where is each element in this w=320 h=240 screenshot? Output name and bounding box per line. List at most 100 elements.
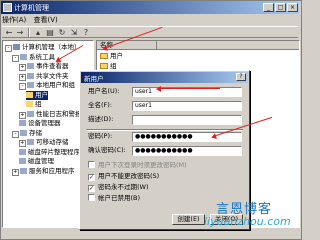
- export-icon[interactable]: ⇲: [69, 28, 79, 37]
- up-icon[interactable]: ▴: [33, 28, 43, 37]
- checkbox-label: 用户不能更改密码(S): [98, 172, 160, 180]
- tree-node[interactable]: 磁盘管理: [19, 157, 54, 166]
- minimize-button[interactable]: _: [263, 3, 274, 12]
- tree-node-icon: [26, 91, 33, 98]
- tree-node[interactable]: + 事件查看器: [19, 62, 69, 71]
- tree-node[interactable]: 用户: [26, 90, 48, 100]
- description-label: 描述(D):: [88, 115, 114, 123]
- tree-node-icon: [27, 72, 34, 79]
- checkbox-box: [88, 194, 95, 201]
- confirm-password-field[interactable]: ●●●●●●●●●●●: [132, 146, 242, 156]
- expand-icon[interactable]: +: [12, 168, 19, 176]
- tree-node-label: 磁盘碎片整理程序: [28, 147, 80, 156]
- create-button[interactable]: 创建(E): [172, 214, 205, 225]
- tree-node[interactable]: - 计算机管理（本地）: [5, 43, 81, 52]
- tree-node[interactable]: + 性能日志和警报: [19, 110, 82, 119]
- maximize-button[interactable]: □: [275, 3, 286, 12]
- tree-node-icon: [20, 167, 27, 174]
- must-change-password-checkbox[interactable]: 用户下次登录时须更改密码(M): [88, 161, 187, 170]
- expand-icon[interactable]: +: [19, 140, 26, 147]
- show-tree-icon[interactable]: ▤: [45, 28, 55, 37]
- dialog-title: 新用户: [84, 75, 104, 83]
- forward-icon[interactable]: →: [15, 28, 25, 37]
- checkmark-icon: ✓: [88, 185, 95, 192]
- tree-node-label: 事件查看器: [36, 62, 69, 70]
- tree-node-label: 性能日志和警报: [36, 109, 82, 118]
- tree-node[interactable]: 组: [26, 100, 42, 109]
- list-item-groups[interactable]: 组: [100, 62, 117, 70]
- tree-node-label: 设备管理器: [28, 119, 61, 127]
- collapse-icon[interactable]: -: [12, 54, 19, 62]
- collapse-icon[interactable]: -: [5, 45, 12, 52]
- menu-view[interactable]: 查看(V): [34, 15, 58, 25]
- fullname-field[interactable]: user1: [132, 101, 242, 111]
- expand-icon[interactable]: +: [19, 64, 26, 71]
- password-label: 密码(P):: [88, 132, 113, 140]
- tree-node-icon: [20, 53, 27, 60]
- checkbox-label: 帐户已禁用(B): [98, 194, 141, 202]
- tree-node-icon: [27, 139, 34, 145]
- cannot-change-password-checkbox[interactable]: ✓ 用户不能更改密码(S): [88, 172, 159, 181]
- close-button[interactable]: ×: [287, 3, 298, 12]
- window-titlebar[interactable]: 计算机管理 _ □ ×: [1, 1, 299, 14]
- folder-icon: [100, 63, 108, 69]
- account-disabled-checkbox[interactable]: 帐户已禁用(B): [88, 194, 140, 203]
- menu-action[interactable]: 操作(A): [2, 15, 26, 25]
- dialog-titlebar[interactable]: 新用户 ?: [81, 72, 248, 83]
- tree-node-icon: [19, 148, 26, 155]
- tree-node-icon: [19, 120, 26, 126]
- username-label: 用户名(U):: [88, 87, 120, 95]
- refresh-icon[interactable]: ↻: [57, 28, 67, 37]
- tree-node-icon: [27, 82, 34, 88]
- list-header: 名称: [97, 41, 299, 50]
- dialog-help-icon[interactable]: ?: [236, 73, 246, 81]
- fullname-label: 全名(F):: [88, 101, 113, 109]
- password-never-expires-checkbox[interactable]: ✓ 密码永不过期(W): [88, 183, 149, 192]
- tree-node-label: 本地用户和组: [36, 81, 75, 89]
- tree-node-icon: [19, 158, 26, 164]
- tree-node-label: 系统工具: [29, 52, 55, 61]
- tree-node[interactable]: - 本地用户和组: [19, 81, 75, 90]
- folder-icon: [100, 53, 108, 59]
- tree-node[interactable]: + 共享文件夹: [19, 72, 69, 81]
- dialog-divider: [86, 129, 243, 131]
- checkbox-label: 密码永不过期(W): [98, 183, 149, 191]
- app-icon: [3, 3, 12, 12]
- collapse-icon[interactable]: -: [12, 130, 19, 138]
- password-field[interactable]: ●●●●●●●●●●●: [132, 132, 242, 142]
- tree-node[interactable]: + 可移动存储: [19, 138, 69, 147]
- tree-node[interactable]: + 服务和应用程序: [12, 167, 75, 176]
- tree-node-label: 共享文件夹: [36, 71, 69, 80]
- checkbox-label: 用户下次登录时须更改密码(M): [98, 161, 187, 169]
- tree-node-icon: [27, 63, 34, 69]
- tree-node-label: 服务和应用程序: [29, 166, 75, 175]
- expand-icon[interactable]: +: [19, 73, 26, 81]
- watermark-url: liyuanzhou.com: [204, 215, 291, 228]
- collapse-icon[interactable]: -: [19, 83, 26, 90]
- tree-node[interactable]: 磁盘碎片整理程序: [19, 148, 80, 157]
- toolbar-separator: [28, 28, 30, 37]
- expand-icon[interactable]: +: [19, 111, 26, 119]
- list-item-users[interactable]: 用户: [100, 52, 123, 60]
- description-field[interactable]: [132, 115, 242, 125]
- tree-node-label: 组: [35, 100, 42, 108]
- tree-node-label: 可移动存储: [36, 138, 69, 146]
- confirm-password-label: 确认密码(C):: [88, 146, 126, 154]
- checkmark-icon: ✓: [88, 174, 95, 181]
- tree-node-label: 计算机管理（本地）: [22, 43, 81, 51]
- tree-node[interactable]: - 系统工具: [12, 53, 55, 62]
- checkbox-box: [88, 161, 95, 168]
- tree-node-icon: [13, 44, 20, 50]
- tree-node[interactable]: 设备管理器: [19, 119, 61, 128]
- annotation-arrow: [156, 85, 220, 92]
- tree-node-icon: [27, 110, 34, 117]
- back-icon[interactable]: ←: [4, 28, 14, 37]
- help-icon[interactable]: ?: [81, 28, 91, 37]
- tree-node-label: 磁盘管理: [28, 157, 54, 165]
- tree-node[interactable]: - 存储: [12, 129, 42, 138]
- tree-node-label: 用户: [35, 90, 48, 99]
- tree-node-label: 存储: [29, 128, 42, 137]
- tree-node-icon: [26, 101, 33, 107]
- window-title: 计算机管理: [14, 4, 49, 12]
- menu-bar: 操作(A) 查看(V): [2, 15, 298, 25]
